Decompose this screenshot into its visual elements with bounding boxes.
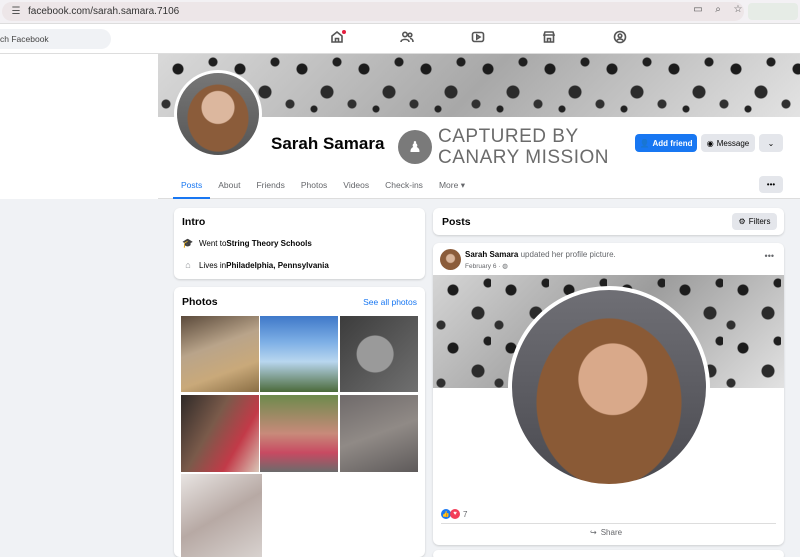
see-all-photos-link[interactable]: See all photos — [363, 297, 417, 307]
post-divider — [441, 523, 776, 524]
tab-more-label: More — [438, 180, 459, 190]
globe-icon: ◍ — [502, 263, 508, 270]
screen-share-icon[interactable]: ▭ — [692, 4, 704, 15]
left-blank-area — [0, 54, 158, 199]
posts-title: Posts — [442, 216, 471, 228]
url-text[interactable]: facebook.com/sarah.samara.7106 — [28, 6, 179, 17]
posts-header-card: Posts ⚙ Filters — [433, 208, 784, 235]
location-city-link[interactable]: Philadelphia, Pennsylvania — [226, 261, 329, 270]
canary-mission-watermark: ♟ CAPTURED BY CANARY MISSION — [398, 126, 609, 168]
watermark-line-1: CAPTURED BY — [438, 126, 579, 147]
love-reaction-icon: ♥ — [450, 509, 460, 519]
intro-card: Intro 🎓 Went to String Theory Schools ⌂ … — [174, 208, 425, 279]
reaction-count: 7 — [463, 509, 468, 519]
filters-label: Filters — [748, 217, 771, 226]
tab-photos[interactable]: Photos — [293, 172, 335, 199]
bookmark-star-icon[interactable]: ☆ — [732, 4, 744, 15]
share-button[interactable]: ↪ Share — [590, 528, 622, 537]
tab-check-ins[interactable]: Check-ins — [377, 172, 431, 199]
reactions-summary[interactable]: 👍 ♥ 7 — [441, 509, 467, 519]
search-box[interactable] — [0, 29, 111, 49]
profile-avatar[interactable] — [174, 70, 262, 158]
photos-title: Photos — [182, 296, 218, 308]
location-prefix: Lives in — [199, 260, 227, 270]
search-input[interactable] — [0, 34, 111, 44]
chevron-down-icon: ⌄ — [767, 138, 775, 148]
message-label: Message — [716, 138, 750, 148]
caret-down-icon: ▾ — [460, 180, 465, 190]
tab-friends[interactable]: Friends — [248, 172, 292, 199]
facebook-top-nav — [0, 24, 800, 54]
post-action-text: updated her profile picture. — [518, 250, 616, 259]
photo-thumbnail-1[interactable] — [181, 316, 259, 392]
share-label: Share — [600, 528, 623, 537]
education-row: 🎓 Went to String Theory Schools — [182, 238, 311, 249]
profile-options-button[interactable]: ⌄ — [759, 134, 783, 152]
zoom-icon[interactable]: ⌕ — [712, 4, 724, 15]
photo-thumbnail-2[interactable] — [260, 316, 338, 392]
tab-videos[interactable]: Videos — [335, 172, 377, 199]
messenger-icon: ◉ — [706, 138, 714, 148]
tab-about[interactable]: About — [210, 172, 248, 199]
education-school-link[interactable]: String Theory Schools — [226, 239, 311, 248]
message-button[interactable]: ◉ Message — [701, 134, 755, 152]
location-row: ⌂ Lives in Philadelphia, Pennsylvania — [182, 260, 329, 270]
marketplace-icon[interactable] — [542, 30, 558, 46]
home-location-icon: ⌂ — [185, 260, 191, 270]
groups-icon[interactable] — [613, 30, 629, 46]
post-options-icon[interactable]: ••• — [765, 251, 774, 261]
share-arrow-icon: ↪ — [590, 528, 597, 537]
photo-thumbnail-6[interactable] — [340, 395, 418, 472]
graduation-cap-icon: 🎓 — [182, 238, 194, 248]
ellipsis-icon: ••• — [766, 180, 776, 189]
more-options-button[interactable]: ••• — [759, 176, 783, 193]
photo-thumbnail-5[interactable] — [260, 395, 338, 472]
intro-title: Intro — [182, 216, 206, 228]
photo-thumbnail-7[interactable] — [181, 474, 262, 557]
post-profile-picture[interactable] — [508, 286, 710, 488]
post-author-avatar[interactable] — [440, 249, 461, 270]
profile-tabs: Posts About Friends Photos Videos Check-… — [173, 172, 473, 199]
home-icon[interactable] — [330, 30, 346, 46]
tab-posts[interactable]: Posts — [173, 172, 211, 199]
notification-dot — [342, 30, 346, 34]
browser-profile-button[interactable] — [748, 3, 798, 20]
post-header-text: Sarah Samara updated her profile picture… — [465, 250, 616, 259]
site-settings-icon[interactable]: ☰ — [8, 6, 24, 17]
add-friend-button[interactable]: 👤 Add friend — [635, 134, 697, 152]
post-date-text: February 6 · — [465, 263, 501, 270]
watermark-line-2: CANARY MISSION — [438, 147, 610, 168]
video-icon[interactable] — [471, 30, 487, 46]
filters-button[interactable]: ⚙ Filters — [732, 213, 777, 230]
education-prefix: Went to — [199, 239, 227, 248]
tab-more[interactable]: More ▾ — [431, 172, 473, 199]
post-card: Sarah Samara updated her profile picture… — [433, 243, 784, 545]
next-post-card — [433, 550, 784, 557]
photo-thumbnail-4[interactable] — [181, 395, 259, 472]
address-bar[interactable]: ☰ facebook.com/sarah.samara.7106 — [2, 2, 744, 21]
canary-bird-icon: ♟ — [398, 130, 432, 164]
post-date[interactable]: February 6 · ◍ — [465, 262, 508, 270]
sliders-icon: ⚙ — [738, 217, 746, 226]
photo-thumbnail-3[interactable] — [340, 316, 418, 392]
post-author-name[interactable]: Sarah Samara — [465, 250, 518, 259]
add-person-icon: 👤 — [639, 138, 650, 148]
profile-name: Sarah Samara — [271, 134, 385, 153]
browser-toolbar: ☰ facebook.com/sarah.samara.7106 ▭ ⌕ ☆ — [0, 0, 800, 24]
add-friend-label: Add friend — [652, 138, 693, 148]
friends-icon[interactable] — [400, 30, 416, 46]
